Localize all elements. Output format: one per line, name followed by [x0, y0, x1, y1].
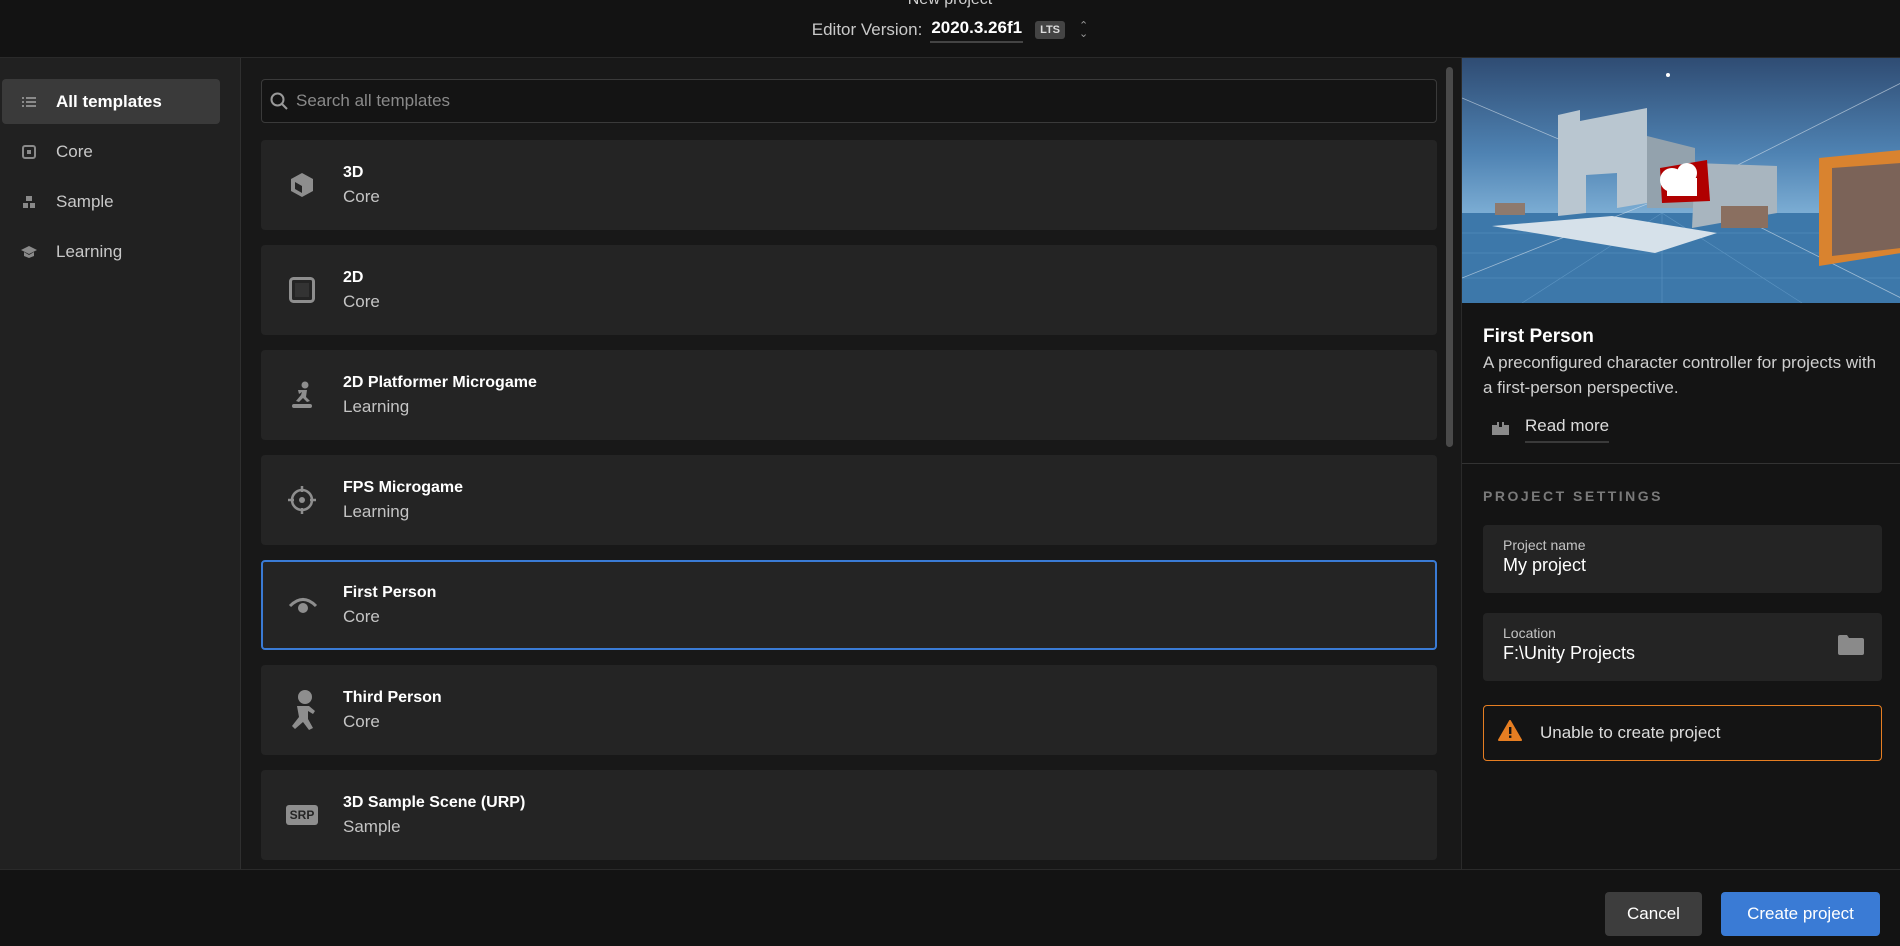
template-category: Sample — [343, 816, 401, 836]
details-panel: First Person A preconfigured character c… — [1461, 58, 1900, 869]
package-icon — [1492, 420, 1509, 440]
editor-version-select[interactable]: 2020.3.26f1 — [930, 16, 1024, 43]
template-card-fps-microgame[interactable]: FPS Microgame Learning — [261, 455, 1437, 545]
sidebar-item-learning[interactable]: Learning — [2, 229, 220, 274]
sidebar-item-core[interactable]: Core — [2, 129, 220, 174]
warning-icon — [1498, 720, 1522, 746]
project-name-label: Project name — [1503, 537, 1586, 553]
template-title: 2D Platformer Microgame — [343, 373, 537, 391]
template-category: Learning — [343, 396, 410, 416]
editor-version-label: Editor Version: — [811, 19, 923, 39]
template-category: Core — [343, 606, 380, 626]
project-name-field[interactable]: Project name My project — [1483, 525, 1882, 593]
template-title: 3D Sample Scene (URP) — [343, 793, 526, 811]
template-title: Third Person — [343, 688, 442, 706]
create-project-button[interactable]: Create project — [1721, 892, 1880, 936]
template-category: Core — [343, 186, 380, 206]
sample-icon — [2, 195, 56, 209]
location-label: Location — [1503, 625, 1556, 641]
template-preview-image — [1462, 58, 1900, 303]
template-category: Core — [343, 711, 380, 731]
square-icon — [261, 277, 343, 303]
header: New project Editor Version: 2020.3.26f1 … — [0, 0, 1900, 58]
template-card-2d-platformer[interactable]: 2D Platformer Microgame Learning — [261, 350, 1437, 440]
sidebar-item-label: Core — [56, 141, 93, 161]
warning-text: Unable to create project — [1540, 723, 1721, 742]
template-detail-title: First Person — [1483, 326, 1594, 347]
warning-message: Unable to create project — [1483, 705, 1882, 761]
sidebar-item-sample[interactable]: Sample — [2, 179, 220, 224]
sidebar-item-label: Learning — [56, 241, 123, 261]
read-more-label[interactable]: Read more — [1525, 416, 1610, 443]
folder-icon[interactable] — [1838, 635, 1864, 660]
template-card-third-person[interactable]: Third Person Core — [261, 665, 1437, 755]
scrollbar[interactable] — [1446, 67, 1453, 447]
list-icon — [2, 96, 56, 108]
cancel-button[interactable]: Cancel — [1605, 892, 1702, 936]
srp-icon: SRP — [261, 805, 343, 825]
dialog-title: New project — [0, 0, 1900, 9]
cube-icon — [261, 172, 343, 198]
template-detail-description: A preconfigured character controller for… — [1483, 353, 1877, 397]
template-title: First Person — [343, 583, 437, 601]
graduation-cap-icon — [2, 245, 56, 259]
location-field[interactable]: Location F:\Unity Projects — [1483, 613, 1882, 681]
core-icon — [2, 144, 56, 159]
person-running-icon — [261, 689, 343, 731]
read-more-link[interactable]: Read more — [1492, 416, 1610, 443]
search-box[interactable] — [261, 79, 1437, 123]
search-input[interactable] — [296, 91, 1436, 111]
template-title: FPS Microgame — [343, 478, 464, 496]
search-icon — [262, 92, 296, 110]
template-card-first-person[interactable]: First Person Core — [261, 560, 1437, 650]
template-title: 2D — [343, 268, 364, 286]
template-card-3d[interactable]: 3D Core — [261, 140, 1437, 230]
template-category: Core — [343, 291, 380, 311]
eye-icon — [263, 595, 343, 615]
location-input[interactable]: F:\Unity Projects — [1503, 643, 1862, 664]
chevron-up-down-icon[interactable]: ⌃ ⌄ — [1079, 20, 1088, 39]
lts-badge: LTS — [1035, 20, 1066, 39]
sidebar-item-all-templates[interactable]: All templates — [2, 79, 220, 124]
template-card-3d-sample-urp[interactable]: SRP 3D Sample Scene (URP) Sample — [261, 770, 1437, 860]
project-settings-heading: PROJECT SETTINGS — [1483, 488, 1664, 504]
template-list-panel: 3D Core 2D Core 2D Platformer Microgame Lea… — [241, 58, 1461, 869]
project-name-input[interactable]: My project — [1503, 555, 1862, 576]
sidebar-item-label: All templates — [56, 91, 162, 111]
template-title: 3D — [343, 163, 364, 181]
sidebar: All templates Core Sample Learning — [0, 58, 241, 869]
template-card-2d[interactable]: 2D Core — [261, 245, 1437, 335]
srp-icon-text: SRP — [285, 805, 319, 825]
template-category: Learning — [343, 501, 410, 521]
footer: Cancel Create project — [0, 869, 1900, 946]
sidebar-item-label: Sample — [56, 191, 114, 211]
platformer-icon — [261, 381, 343, 409]
divider — [1462, 463, 1900, 464]
editor-version: Editor Version: 2020.3.26f1 LTS ⌃ ⌄ — [0, 16, 1900, 43]
crosshair-icon — [261, 485, 343, 515]
